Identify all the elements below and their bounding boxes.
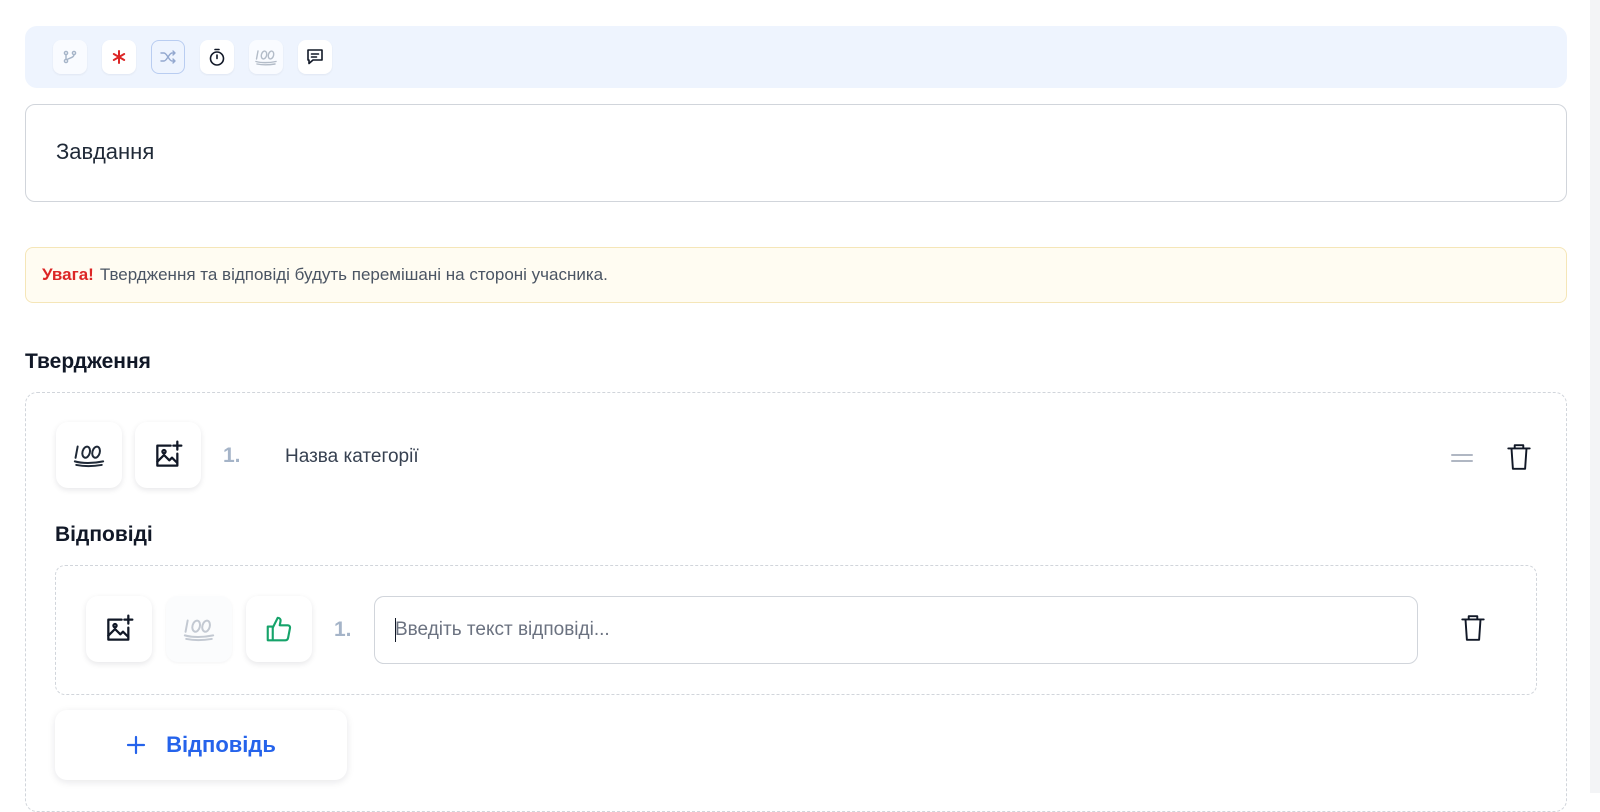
delete-answer-button[interactable] xyxy=(1457,611,1489,645)
statement-add-image-button[interactable] xyxy=(135,422,201,488)
shuffle-warning: Увага! Твердження та відповіді будуть пе… xyxy=(25,247,1567,303)
comment-button[interactable] xyxy=(298,40,332,74)
shuffle-icon xyxy=(160,50,176,64)
answer-points-button[interactable] xyxy=(166,596,232,662)
trash-icon xyxy=(1507,444,1531,470)
hundred-points-icon xyxy=(183,619,215,641)
task-title-field[interactable]: Завдання xyxy=(25,104,1567,202)
answers-title: Відповіді xyxy=(55,523,153,546)
statement-number: 1. xyxy=(223,444,241,467)
delete-statement-button[interactable] xyxy=(1503,440,1535,474)
answer-correct-button[interactable] xyxy=(246,596,312,662)
statement-points-button[interactable] xyxy=(56,422,122,488)
page-scrollbar[interactable] xyxy=(1590,0,1600,793)
points-button[interactable] xyxy=(249,40,283,74)
text-caret xyxy=(395,618,396,642)
warning-label: Увага! xyxy=(42,265,94,284)
answer-add-image-button[interactable] xyxy=(86,596,152,662)
category-name[interactable]: Назва категорії xyxy=(285,446,419,468)
required-button[interactable] xyxy=(102,40,136,74)
plus-icon xyxy=(126,735,146,755)
task-title: Завдання xyxy=(56,139,155,164)
trash-icon xyxy=(1461,615,1485,641)
statements-title: Твердження xyxy=(25,350,151,373)
add-image-icon xyxy=(156,440,183,467)
drag-handle-icon xyxy=(1451,454,1473,462)
hundred-points-icon xyxy=(255,50,277,66)
timer-button[interactable] xyxy=(200,40,234,74)
answer-number: 1. xyxy=(334,618,352,641)
drag-handle[interactable] xyxy=(1450,446,1474,470)
timer-icon xyxy=(209,48,225,66)
branch-button[interactable] xyxy=(53,40,87,74)
add-answer-button[interactable]: Відповідь xyxy=(55,710,347,780)
thumbs-up-icon xyxy=(266,616,292,642)
add-image-icon xyxy=(107,614,134,641)
add-answer-label: Відповідь xyxy=(166,732,276,757)
warning-text: Твердження та відповіді будуть перемішан… xyxy=(99,265,608,284)
answer-text-input[interactable] xyxy=(374,596,1418,664)
branch-icon xyxy=(63,50,77,64)
hundred-points-icon xyxy=(73,445,105,467)
asterisk-icon xyxy=(112,50,126,64)
comment-icon xyxy=(307,49,323,65)
shuffle-button[interactable] xyxy=(151,40,185,74)
question-toolbar xyxy=(25,26,1567,88)
